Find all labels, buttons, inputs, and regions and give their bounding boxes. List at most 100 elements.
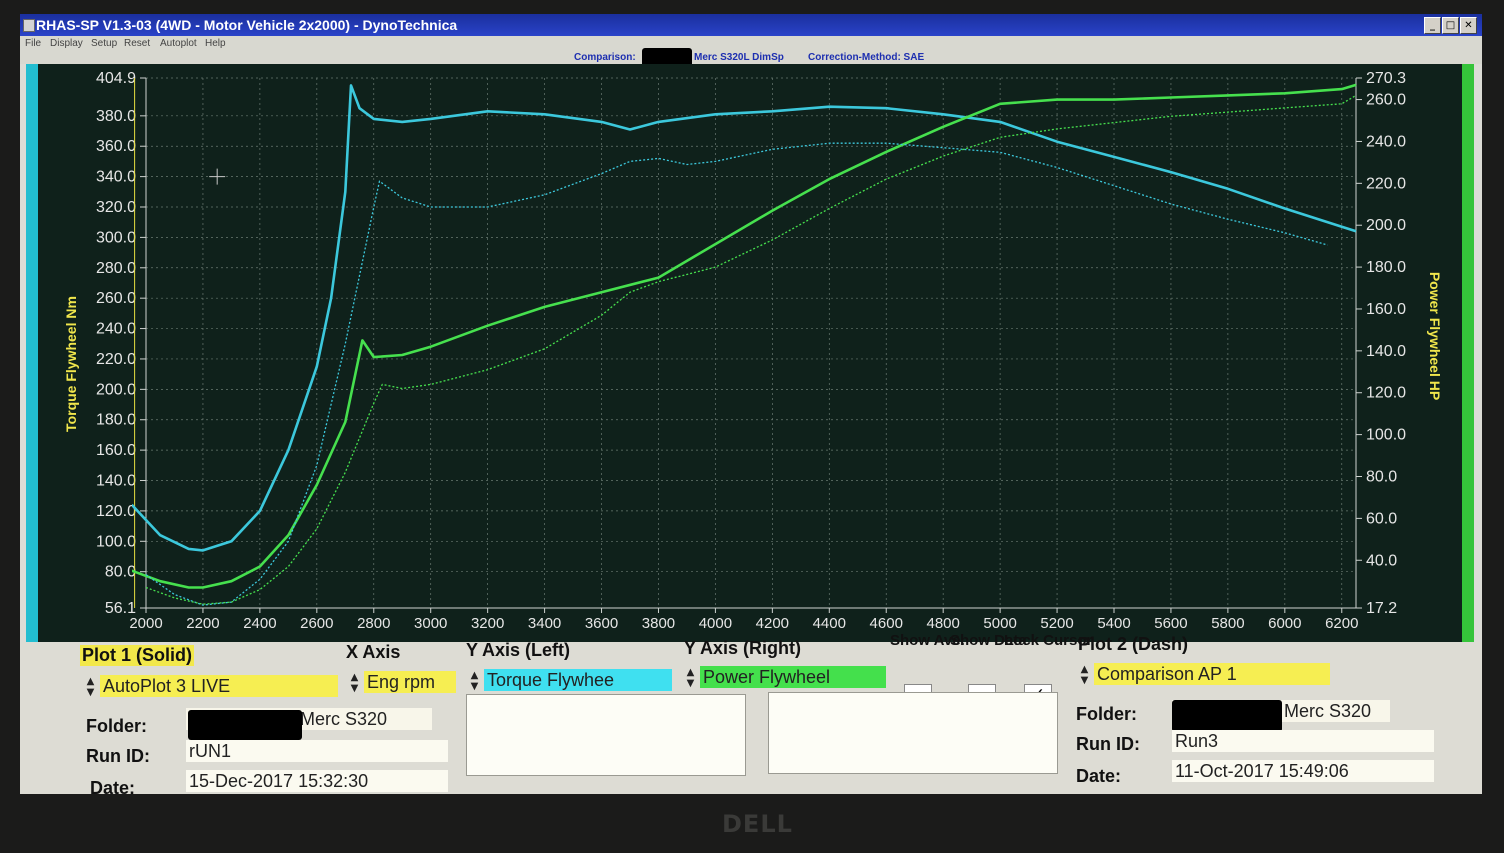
- y-left-tick-label: 340.0: [96, 169, 136, 186]
- x-tick-label: 2600: [300, 615, 333, 632]
- y-left-tick-label: 404.9: [96, 70, 136, 87]
- run2-runid-label: Run ID:: [1076, 734, 1140, 754]
- x-tick-label: 4400: [813, 615, 846, 632]
- redaction-block: [1172, 700, 1282, 732]
- correction-method: Correction-Method: SAE: [808, 52, 925, 63]
- y-left-tick-label: 100.0: [96, 533, 136, 550]
- minimize-button[interactable]: _: [1424, 17, 1441, 34]
- y-left-tick-label: 300.0: [96, 229, 136, 246]
- x-axis-select[interactable]: Eng rpm: [364, 671, 456, 693]
- y-axis-left-title: Y Axis (Left): [466, 640, 571, 660]
- x-axis-title: X Axis: [346, 642, 401, 662]
- x-tick-label: 3200: [471, 615, 504, 632]
- x-tick-label: 2200: [186, 615, 219, 632]
- y-axis-right-select[interactable]: Power Flywheel: [700, 666, 886, 688]
- y-left-tick-label: 160.0: [96, 442, 136, 459]
- x-tick-label: 5200: [1040, 615, 1073, 632]
- menu-reset[interactable]: Reset: [124, 38, 150, 49]
- y-left-tick-label: 140.0: [96, 473, 136, 490]
- y-left-tick-label: 380.0: [96, 108, 136, 125]
- control-panel: Plot 1 (Solid) X Axis Y Axis (Left) Y Ax…: [20, 632, 1482, 794]
- plot1-select[interactable]: AutoPlot 3 LIVE: [100, 675, 338, 697]
- plot2-select[interactable]: Comparison AP 1: [1094, 663, 1330, 685]
- y-left-tick-label: 80.0: [105, 564, 136, 581]
- run2-runid-field[interactable]: Run3: [1172, 730, 1434, 752]
- y-right-tick-label: 40.0: [1366, 552, 1397, 569]
- menu-setup[interactable]: Setup: [91, 38, 117, 49]
- application-window: RHAS-SP V1.3-03 (4WD - Motor Vehicle 2x2…: [20, 14, 1482, 794]
- y-right-tick-label: 17.2: [1366, 600, 1397, 617]
- x-tick-label: 5400: [1097, 615, 1130, 632]
- plot2-title: Plot 2 (Dash): [1078, 634, 1189, 654]
- comparison-label: Comparison:: [574, 52, 636, 63]
- x-tick-label: 4200: [756, 615, 789, 632]
- title-bar: RHAS-SP V1.3-03 (4WD - Motor Vehicle 2x2…: [20, 14, 1482, 36]
- y-left-tick-label: 220.0: [96, 351, 136, 368]
- x-axis-spinner[interactable]: ▲ ▼: [348, 672, 361, 696]
- x-tick-label: 5800: [1211, 615, 1244, 632]
- x-tick-label: 5600: [1154, 615, 1187, 632]
- run1-date-field[interactable]: 15-Dec-2017 15:32:30: [186, 770, 448, 792]
- plot1-notes-box[interactable]: [466, 694, 746, 776]
- x-tick-label: 3800: [642, 615, 675, 632]
- power-plot2-line: [145, 94, 1357, 605]
- run1-folder-label: Folder:: [86, 716, 147, 736]
- y-right-axis-title: Power Flywheel HP: [1427, 272, 1443, 400]
- y-right-tick-label: 100.0: [1366, 427, 1406, 444]
- menu-bar: File Display Setup Reset Autoplot Help: [20, 36, 1482, 52]
- plot1-title: Plot 1 (Solid): [80, 645, 194, 666]
- y-axis-right-spinner[interactable]: ▲ ▼: [684, 667, 697, 691]
- monitor-brand-logo: DELL: [722, 810, 793, 838]
- redaction-block: [188, 710, 302, 740]
- x-tick-label: 4800: [926, 615, 959, 632]
- app-icon: [23, 19, 35, 32]
- x-tick-label: 3400: [528, 615, 561, 632]
- y-right-tick-label: 120.0: [1366, 385, 1406, 402]
- plot1-spinner[interactable]: ▲ ▼: [84, 676, 97, 700]
- run1-date-label: Date:: [90, 778, 136, 794]
- y-right-tick-label: 260.0: [1366, 92, 1406, 109]
- y-left-tick-label: 320.0: [96, 199, 136, 216]
- plot2-spinner[interactable]: ▲ ▼: [1078, 664, 1091, 688]
- plot2-notes-box[interactable]: [768, 692, 1058, 774]
- x-tick-label: 6200: [1325, 615, 1358, 632]
- y-left-tick-label: 56.1: [105, 600, 136, 617]
- run2-date-label: Date:: [1076, 766, 1122, 786]
- y-right-tick-label: 160.0: [1366, 301, 1406, 318]
- run2-date-field[interactable]: 11-Oct-2017 15:49:06: [1172, 760, 1434, 782]
- x-tick-label: 2400: [243, 615, 276, 632]
- y-right-tick-label: 180.0: [1366, 259, 1406, 276]
- close-button[interactable]: ✕: [1460, 17, 1477, 34]
- window-title: RHAS-SP V1.3-03 (4WD - Motor Vehicle 2x2…: [36, 17, 458, 33]
- menu-autoplot[interactable]: Autoplot: [160, 38, 197, 49]
- y-left-tick-label: 120.0: [96, 503, 136, 520]
- dyno-plot-area[interactable]: 2000 2200 2400 2600 2800 3000 3200 3400 3600 3800…: [26, 64, 1474, 642]
- run1-runid-field[interactable]: rUN1: [186, 740, 448, 762]
- y-right-tick-label: 60.0: [1366, 510, 1397, 527]
- comparison-info-bar: Comparison: Merc S320L DimSp Correction-…: [20, 48, 1482, 68]
- lock-cursor-label: Lock Cursor: [1004, 632, 1093, 649]
- y-axis-left-select[interactable]: Torque Flywhee: [484, 669, 672, 691]
- y-left-tick-label: 200.0: [96, 381, 136, 398]
- y-axis-left-spinner[interactable]: ▲ ▼: [468, 670, 481, 694]
- x-tick-label: 5000: [983, 615, 1016, 632]
- torque-plot2-line: [145, 142, 1328, 606]
- y-right-tick-label: 220.0: [1366, 175, 1406, 192]
- y-left-tick-label: 260.0: [96, 290, 136, 307]
- menu-display[interactable]: Display: [50, 38, 83, 49]
- y-left-tick-label: 240.0: [96, 321, 136, 338]
- x-tick-label: 4600: [870, 615, 903, 632]
- show-data-label: Show Data: [950, 632, 1027, 649]
- x-tick-label: 3000: [414, 615, 447, 632]
- maximize-button[interactable]: □: [1442, 17, 1459, 34]
- menu-file[interactable]: File: [25, 38, 41, 49]
- show-ave-label: Show Ave.: [890, 632, 965, 649]
- menu-help[interactable]: Help: [205, 38, 226, 49]
- comparison-value: Merc S320L DimSp: [694, 52, 784, 63]
- y-left-tick-label: 360.0: [96, 138, 136, 155]
- y-axis-right-title: Y Axis (Right): [684, 638, 802, 658]
- run1-runid-label: Run ID:: [86, 746, 150, 766]
- y-left-tick-label: 180.0: [96, 412, 136, 429]
- power-plot1-line: [132, 83, 1357, 589]
- y-right-tick-label: 80.0: [1366, 468, 1397, 485]
